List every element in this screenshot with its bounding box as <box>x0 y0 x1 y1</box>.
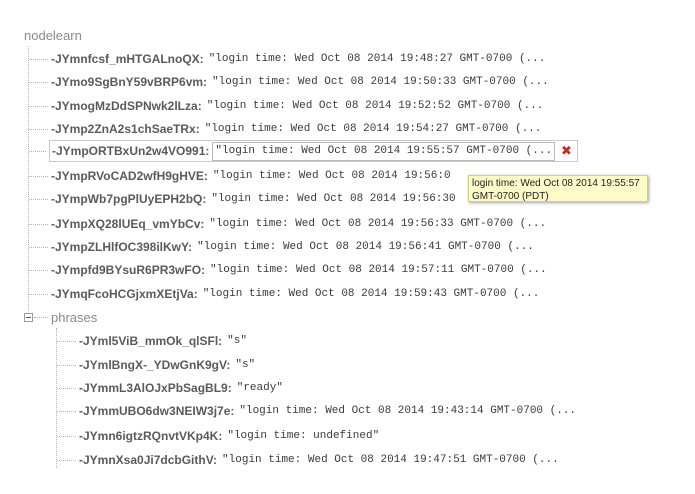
tree-row[interactable]: -JYmnXsa0Ji7dcbGithV: "login time: Wed O… <box>57 452 559 468</box>
tree-connector <box>29 223 48 225</box>
tree-connector <box>29 81 48 83</box>
tree-connector <box>29 246 48 248</box>
tree-row[interactable]: -JYmp2ZnA2s1chSaeTRx: "login time: Wed O… <box>29 121 541 137</box>
node-key[interactable]: -JYmogMzDdSPNwk2lLza: <box>51 99 202 113</box>
tree-row[interactable]: -JYmpZLHlfOC398ilKwY: "login time: Wed O… <box>29 239 534 255</box>
tree-row[interactable]: -JYmpXQ28lUEq_vmYbCv: "login time: Wed O… <box>29 216 546 232</box>
tree-row[interactable]: -JYmqFcoHCGjxmXEtjVa: "login time: Wed O… <box>29 286 539 302</box>
node-key[interactable]: -JYmmL3AlOJxPbSagBL9: <box>79 381 232 395</box>
phrases-node-label[interactable]: phrases <box>51 310 97 325</box>
node-key[interactable]: -JYmlBngX-_YDwGnK9gV: <box>79 358 230 372</box>
node-value[interactable]: "s" <box>235 359 255 371</box>
node-key[interactable]: -JYmpRVoCAD2wfH9gHVE: <box>51 169 208 183</box>
delete-icon[interactable]: ✖ <box>561 144 572 159</box>
tree-connector <box>57 410 76 412</box>
tree-row[interactable]: -JYmpfd9BYsuR6PR3wFO: "login time: Wed O… <box>29 262 547 278</box>
tree-connector <box>57 459 76 461</box>
tree-connector <box>29 105 48 107</box>
node-key[interactable]: -JYmpfd9BYsuR6PR3wFO: <box>51 263 205 277</box>
tree-connector <box>29 198 48 200</box>
edit-row-frame[interactable]: -JYmpORTBxUn2w4VO991: "login time: Wed O… <box>49 140 578 162</box>
tree-row[interactable]: -JYmpWb7pgPlUyEPH2bQ: "login time: Wed O… <box>29 191 456 207</box>
tree-connector <box>57 364 76 366</box>
tree-connector <box>29 58 48 60</box>
node-value[interactable]: "login time: Wed Oct 08 2014 19:47:51 GM… <box>222 454 559 466</box>
node-value[interactable]: "login time: undefined" <box>227 430 379 442</box>
tree-connector <box>57 435 76 437</box>
tree-connector <box>29 269 48 271</box>
tree-connector <box>29 293 48 295</box>
node-value[interactable]: "ready" <box>237 382 283 394</box>
value-edit-field[interactable]: "login time: Wed Oct 08 2014 19:55:57 GM… <box>212 141 556 161</box>
node-value[interactable]: "login time: Wed Oct 08 2014 19:54:27 GM… <box>205 123 542 135</box>
node-value[interactable]: "login time: Wed Oct 08 2014 19:56:30 <box>211 193 455 205</box>
node-key[interactable]: -JYmpXQ28lUEq_vmYbCv: <box>51 217 204 231</box>
tree-connector <box>29 175 48 177</box>
node-key[interactable]: -JYmn6igtzRQnvtVKp4K: <box>79 429 222 443</box>
node-value[interactable]: "login time: Wed Oct 08 2014 19:56:0 <box>213 170 451 182</box>
tree-connector <box>57 387 76 389</box>
node-value[interactable]: "login time: Wed Oct 08 2014 19:50:33 GM… <box>212 76 549 88</box>
tree-connector <box>57 340 76 342</box>
node-key[interactable]: -JYmnfcsf_mHTGALnoQX: <box>51 52 204 66</box>
collapse-toggle-icon[interactable] <box>24 313 33 322</box>
tree-row[interactable]: -JYmpRVoCAD2wfH9gHVE: "login time: Wed O… <box>29 168 451 184</box>
node-key[interactable]: -JYmnXsa0Ji7dcbGithV: <box>79 453 217 467</box>
tree-row[interactable]: -JYmmL3AlOJxPbSagBL9: "ready" <box>57 380 283 396</box>
tree-row[interactable]: -JYmo9SgBnY59vBRP6vm: "login time: Wed O… <box>29 74 549 90</box>
node-key[interactable]: -JYml5ViB_mmOk_qlSFl: <box>79 334 222 348</box>
tree-connector <box>29 128 48 130</box>
node-key[interactable]: -JYmpZLHlfOC398ilKwY: <box>51 240 192 254</box>
node-value[interactable]: "login time: Wed Oct 08 2014 19:43:14 GM… <box>239 405 576 417</box>
node-key[interactable]: -JYmp2ZnA2s1chSaeTRx: <box>51 122 200 136</box>
node-key[interactable]: -JYmo9SgBnY59vBRP6vm: <box>51 75 207 89</box>
tree-row[interactable]: -JYmlBngX-_YDwGnK9gV: "s" <box>57 357 255 373</box>
tree-row[interactable]: -JYmn6igtzRQnvtVKp4K: "login time: undef… <box>57 428 379 444</box>
tree-row[interactable]: -JYmmUBO6dw3NEIW3j7e: "login time: Wed O… <box>57 403 576 419</box>
tree-connector <box>34 317 48 318</box>
tree-row[interactable]: -JYml5ViB_mmOk_qlSFl: "s" <box>57 333 247 349</box>
tree-connector <box>29 150 46 152</box>
node-key[interactable]: -JYmqFcoHCGjxmXEtjVa: <box>51 287 198 301</box>
phrases-tree-line <box>56 328 57 468</box>
tree-row-editing[interactable]: -JYmpORTBxUn2w4VO991: "login time: Wed O… <box>29 140 578 162</box>
node-value[interactable]: "login time: Wed Oct 08 2014 19:57:11 GM… <box>210 264 547 276</box>
root-node-label[interactable]: nodelearn <box>24 28 82 43</box>
node-value[interactable]: "s" <box>227 335 247 347</box>
tree-row[interactable]: -JYmnfcsf_mHTGALnoQX: "login time: Wed O… <box>29 51 545 67</box>
node-key[interactable]: -JYmmUBO6dw3NEIW3j7e: <box>79 404 234 418</box>
node-key[interactable]: -JYmpWb7pgPlUyEPH2bQ: <box>51 192 206 206</box>
node-value[interactable]: "login time: Wed Oct 08 2014 19:48:27 GM… <box>209 53 546 65</box>
tree-row[interactable]: -JYmogMzDdSPNwk2lLza: "login time: Wed O… <box>29 98 543 114</box>
value-tooltip: login time: Wed Oct 08 2014 19:55:57 GMT… <box>468 175 648 202</box>
node-key[interactable]: -JYmpORTBxUn2w4VO991: <box>52 144 209 158</box>
node-value[interactable]: "login time: Wed Oct 08 2014 19:56:33 GM… <box>209 218 546 230</box>
node-value[interactable]: "login time: Wed Oct 08 2014 19:52:52 GM… <box>207 100 544 112</box>
node-value[interactable]: "login time: Wed Oct 08 2014 19:59:43 GM… <box>203 288 540 300</box>
node-value[interactable]: "login time: Wed Oct 08 2014 19:56:41 GM… <box>197 241 534 253</box>
